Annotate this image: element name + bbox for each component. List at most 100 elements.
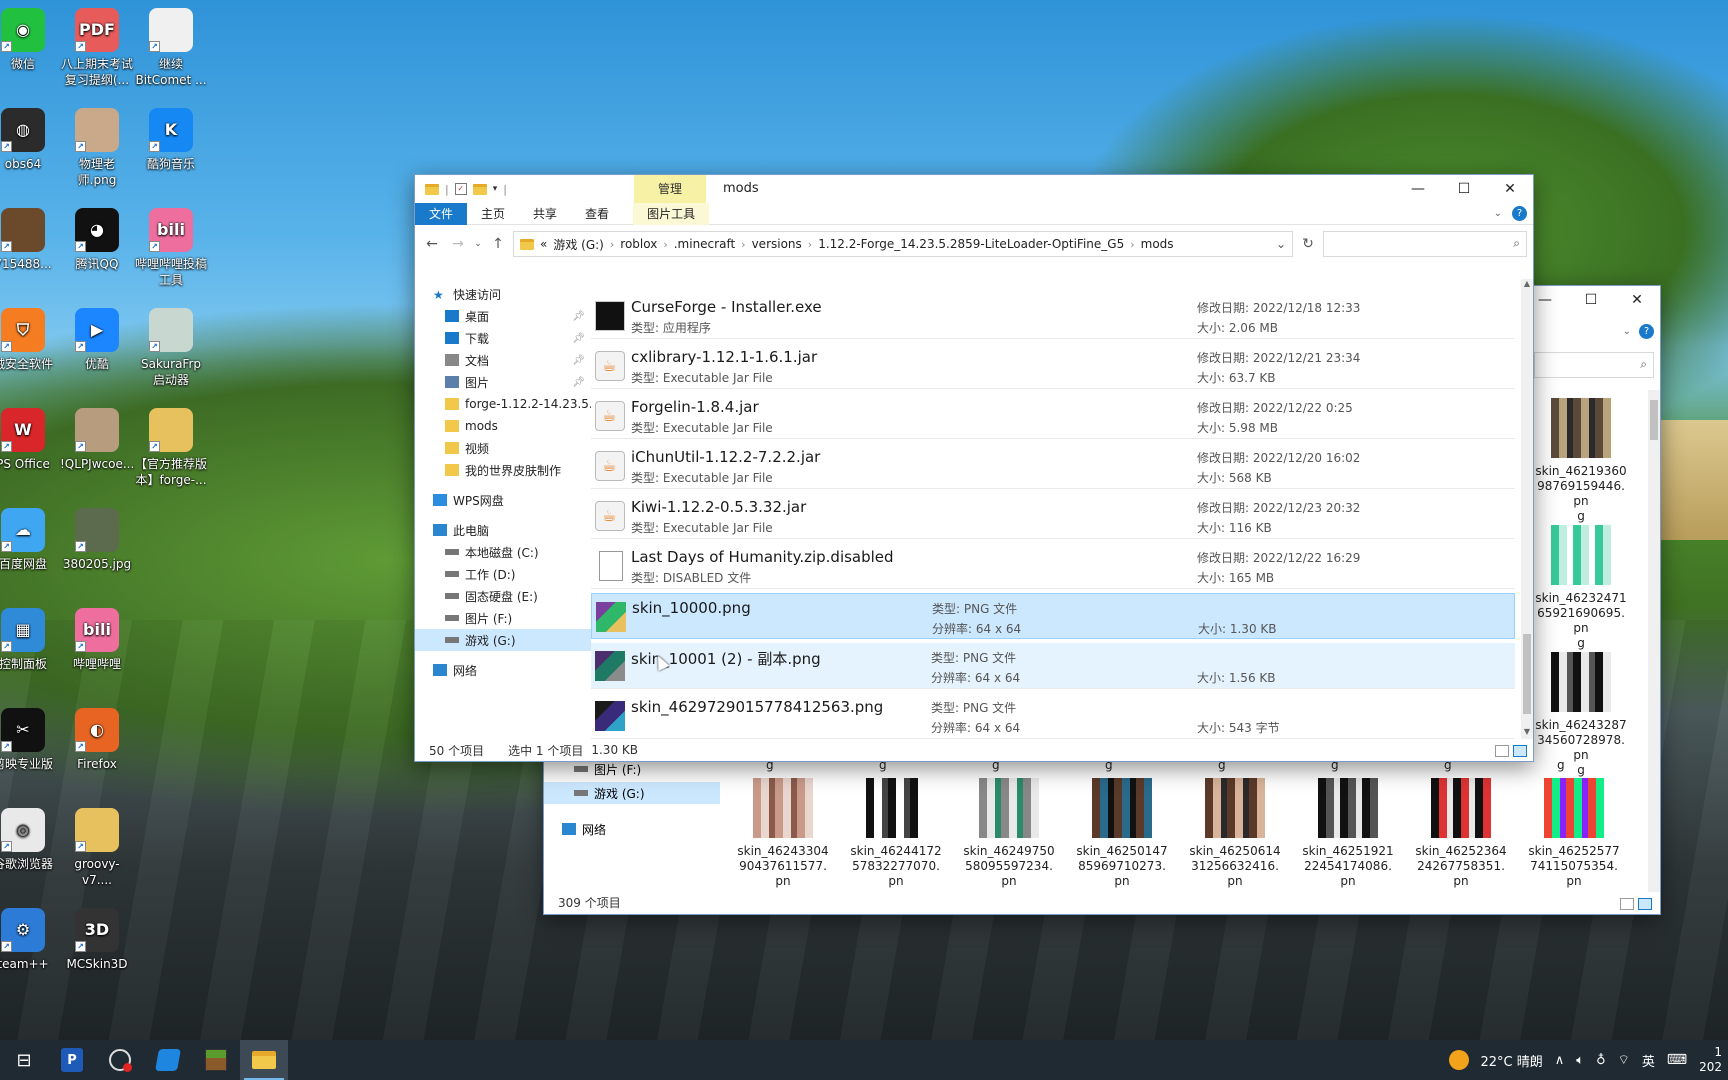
tab-file[interactable]: 文件 — [415, 202, 468, 225]
desktop-icon[interactable]: ▦ ↗ 控制面板 — [0, 608, 60, 672]
address-dropdown-icon[interactable]: ⌄ — [1276, 237, 1286, 251]
back-arrow-icon[interactable]: ← — [421, 233, 443, 255]
nav-item[interactable]: 固态硬盘 (E:) — [415, 585, 591, 607]
breadcrumb-item[interactable]: mods — [1141, 237, 1174, 251]
desktop-icon[interactable]: ↗ 继续 BitComet ... — [134, 8, 208, 88]
file-row[interactable]: ☕︎ iChunUtil-1.12.2-7.2.2.jar 类型: Executab… — [591, 443, 1515, 489]
taskbar-app-minecraft[interactable] — [192, 1040, 240, 1080]
close-icon[interactable]: ✕ — [1614, 286, 1660, 314]
desktop-icon[interactable]: ◉ ↗ 微信 — [0, 8, 60, 72]
thumbnail-view-icon[interactable] — [1513, 745, 1527, 757]
nav-item[interactable]: 我的世界皮肤制作 — [415, 459, 591, 481]
desktop-icon[interactable]: ◎↗ 谷歌浏览器 — [0, 808, 60, 872]
breadcrumb-item[interactable]: 1.12.2-Forge_14.23.5.2859-LiteLoader-Opt… — [818, 237, 1124, 251]
breadcrumb-item[interactable]: 游戏 (G:) — [553, 236, 604, 253]
nav-item[interactable]: 桌面 📌︎ — [415, 305, 591, 327]
nav-item[interactable]: mods — [415, 415, 591, 437]
nav-item[interactable]: 工作 (D:) — [415, 563, 591, 585]
breadcrumb-chevron-icon[interactable]: › — [741, 238, 745, 251]
network-icon[interactable]: ⌔ — [1618, 1052, 1630, 1068]
file-row[interactable]: skin_10000.png 类型: PNG 文件 分辨率: 64 x 64 大小: … — [591, 593, 1515, 639]
breadcrumb-chevron-icon[interactable]: › — [1130, 238, 1134, 251]
nav-item[interactable]: WPS网盘 — [415, 489, 591, 511]
tab-view[interactable]: 查看 — [571, 203, 623, 225]
breadcrumb-item[interactable]: roblox — [620, 237, 657, 251]
file-row[interactable]: skin_4629729015778412563.png 类型: PNG 文件 分辨… — [591, 693, 1515, 739]
image-thumbnail[interactable]: skin_4624328734560728978.pn g — [1534, 652, 1628, 778]
desktop-icon[interactable]: ◕ ↗ 腾讯QQ — [60, 208, 134, 272]
ribbon-collapse-icon[interactable]: ⌄ — [1623, 326, 1631, 337]
taskbar-app-record[interactable] — [96, 1040, 144, 1080]
tab-picture-tools[interactable]: 图片工具 — [633, 202, 710, 225]
image-thumbnail[interactable]: skin_4621936098769159446.pn g — [1534, 398, 1628, 524]
properties-icon[interactable]: ✓ — [454, 183, 467, 195]
image-thumbnail[interactable]: skin_4625236424267758351.pn — [1414, 778, 1508, 889]
desktop-icon[interactable]: ↗ 715488... — [0, 208, 60, 272]
nav-item[interactable]: 本地磁盘 (C:) — [415, 541, 591, 563]
desktop-icon[interactable]: ⛉↗ 绒安全软件 — [0, 308, 60, 372]
breadcrumb-item[interactable]: versions — [752, 237, 802, 251]
ime-indicator[interactable]: 英 — [1642, 1051, 1655, 1070]
desktop-icon[interactable]: bili ↗ 哔哩哔哩 — [60, 608, 134, 672]
new-folder-icon[interactable] — [472, 183, 487, 195]
image-thumbnail[interactable]: skin_4625061431256632416.pn — [1188, 778, 1282, 889]
nav-item[interactable]: 图片 📌︎ — [415, 371, 591, 393]
thumbnail-view-icon[interactable] — [1638, 898, 1652, 910]
manage-tab[interactable]: 管理 — [634, 175, 706, 203]
desktop-icon[interactable]: ▶ ↗ 优酷 — [60, 308, 134, 372]
tab-share[interactable]: 共享 — [519, 203, 571, 225]
desktop-icon[interactable]: ↗ !QLPJwcoe... — [60, 408, 134, 472]
ribbon-collapse-icon[interactable]: ⌄ — [1494, 208, 1502, 219]
breadcrumb-chevron-icon[interactable]: › — [808, 238, 812, 251]
search-box-back[interactable]: ⌕ — [1534, 352, 1654, 378]
nav-item[interactable]: 网络 — [415, 659, 591, 681]
tab-home[interactable]: 主页 — [467, 203, 519, 225]
desktop-icon[interactable]: ✂↗ 剪映专业版 — [0, 708, 60, 772]
view-toggle[interactable] — [1495, 745, 1527, 757]
image-thumbnail[interactable]: skin_4624330490437611577.pn — [736, 778, 830, 889]
desktop-icon[interactable]: ↗ SakuraFrp 启动器 — [134, 308, 208, 388]
desktop-icon[interactable]: 3D ↗ MCSkin3D — [60, 908, 134, 972]
forward-arrow-icon[interactable]: → — [447, 233, 469, 255]
breadcrumb-chevron-icon[interactable]: › — [663, 238, 667, 251]
refresh-icon[interactable]: ↻ — [1297, 233, 1319, 255]
nav-item[interactable]: 视频 — [415, 437, 591, 459]
clock[interactable]: 1 202 — [1699, 1045, 1722, 1075]
details-view-icon[interactable] — [1495, 745, 1509, 757]
desktop-icon[interactable]: ↗ groovy-v7.... — [60, 808, 134, 888]
nav-item[interactable]: 图片 (F:) — [415, 607, 591, 629]
scrollbar[interactable]: ▲ ▼ — [1521, 279, 1533, 739]
image-thumbnail[interactable]: skin_4624975058095597234.pn — [962, 778, 1056, 889]
help-icon[interactable]: ? — [1639, 324, 1654, 339]
nav-item[interactable]: 此电脑 — [415, 519, 591, 541]
image-thumbnail[interactable]: skin_4625014785969710273.pn — [1075, 778, 1169, 889]
microphone-icon[interactable]: ♁ — [1596, 1053, 1606, 1068]
details-view-icon[interactable] — [1620, 898, 1634, 910]
file-row[interactable]: Last Days of Humanity.zip.disabled 类型: DI… — [591, 543, 1515, 589]
nav-item[interactable]: ★ 快速访问 — [415, 283, 591, 305]
customize-toolbar-icon[interactable]: ▾ — [493, 184, 498, 194]
desktop-icon[interactable]: bili ↗ 哔哩哔哩投稿工具 — [134, 208, 208, 288]
nav-item[interactable]: forge-1.12.2-14.23.5.2 — [415, 393, 591, 415]
taskbar-app-file-explorer[interactable] — [240, 1040, 288, 1080]
file-row[interactable]: CurseForge - Installer.exe 类型: 应用程序 修改日期: … — [591, 293, 1515, 339]
file-row[interactable]: ☕︎ Kiwi-1.12.2-0.5.3.32.jar 类型: Executable… — [591, 493, 1515, 539]
desktop-icon[interactable]: W ↗ PS Office — [0, 408, 60, 472]
keyboard-icon[interactable]: ⌨ — [1667, 1052, 1687, 1068]
nav-item[interactable]: 下载 📌︎ — [415, 327, 591, 349]
search-input[interactable]: ⌕ — [1323, 231, 1527, 257]
address-bar[interactable]: « 游戏 (G:) › roblox › .minecraft › versions › 1.1… — [513, 231, 1293, 257]
nav-item[interactable]: 游戏 (G:) — [415, 629, 591, 651]
taskbar-app-feishu[interactable] — [144, 1040, 192, 1080]
weather-text[interactable]: 22°C 晴朗 — [1481, 1051, 1543, 1070]
desktop-icon[interactable]: PDF ↗ 八上期末考试复习提纲(... — [60, 8, 134, 88]
tray-overflow-icon[interactable]: ∧ — [1555, 1053, 1565, 1068]
breadcrumb-item[interactable]: .minecraft — [674, 237, 735, 251]
minimize-icon[interactable]: — — [1395, 175, 1441, 203]
task-view-icon[interactable]: ⊟ — [0, 1040, 48, 1080]
desktop-icon[interactable]: K ↗ 酷狗音乐 — [134, 108, 208, 172]
up-arrow-icon[interactable]: ↑ — [487, 233, 509, 255]
desktop-icon[interactable]: ⚙ ↗ team++ — [0, 908, 60, 972]
file-row[interactable]: skin_10001 (2) - 副本.png 类型: PNG 文件 分辨率: 64… — [591, 643, 1515, 689]
breadcrumb-chevron-icon[interactable]: › — [610, 238, 614, 251]
